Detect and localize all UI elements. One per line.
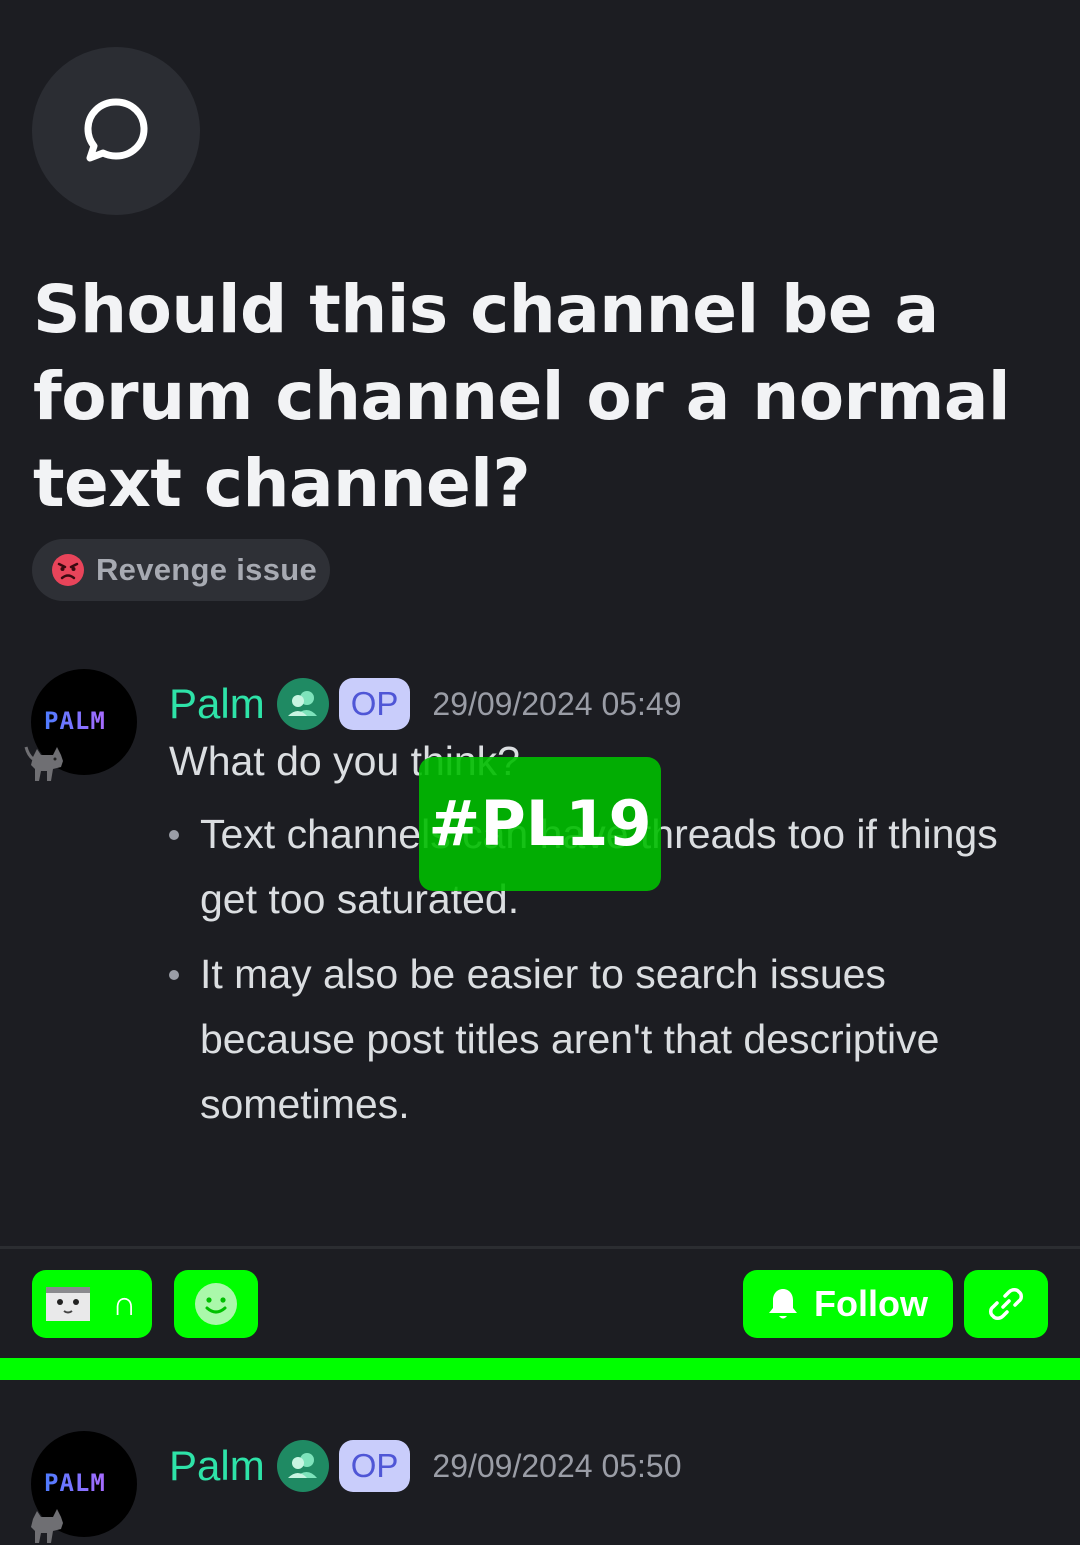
copy-link-button[interactable] — [964, 1270, 1048, 1338]
timestamp: 29/09/2024 05:49 — [432, 685, 682, 722]
cat-icon — [31, 1509, 63, 1543]
thread-icon-circle — [32, 47, 200, 215]
follow-button[interactable]: Follow — [743, 1270, 953, 1338]
op-badge: OP — [338, 678, 411, 730]
tag-label: Revenge issue — [96, 552, 318, 587]
bell-icon — [769, 1289, 797, 1319]
author-name[interactable]: Palm — [169, 680, 265, 728]
divider — [0, 1246, 1080, 1249]
chat-bubble-icon — [84, 98, 148, 162]
separator-bar — [0, 1358, 1080, 1380]
timestamp: 29/09/2024 05:50 — [432, 1447, 682, 1484]
op-badge: OP — [338, 1440, 411, 1492]
thread-title: Should this channel be a forum channel o… — [33, 271, 1011, 522]
add-reaction-button[interactable] — [174, 1270, 258, 1338]
author-name[interactable]: Palm — [169, 1442, 265, 1490]
message-header: Palm OP 29/09/2024 05:49 — [169, 676, 682, 732]
avatar[interactable]: PALM — [24, 669, 137, 781]
cat-face-emoji-icon — [46, 1287, 90, 1321]
link-icon — [989, 1288, 1023, 1320]
avatar[interactable]: PALM — [31, 1431, 137, 1543]
angry-face-icon — [52, 554, 84, 586]
follow-label: Follow — [814, 1283, 928, 1324]
cat-icon — [24, 746, 63, 781]
role-icon[interactable] — [276, 1440, 329, 1492]
role-icon[interactable] — [276, 678, 329, 730]
reaction-button[interactable]: ∩ — [32, 1270, 152, 1338]
reaction-count: ∩ — [112, 1284, 137, 1323]
list-item: It may also be easier to search issues b… — [160, 942, 1050, 1137]
smiley-icon — [195, 1283, 237, 1325]
thread-tag[interactable]: Revenge issue — [32, 539, 330, 601]
message-header: Palm OP 29/09/2024 05:50 — [169, 1438, 682, 1494]
overlay-label: #PL19 — [419, 757, 661, 891]
